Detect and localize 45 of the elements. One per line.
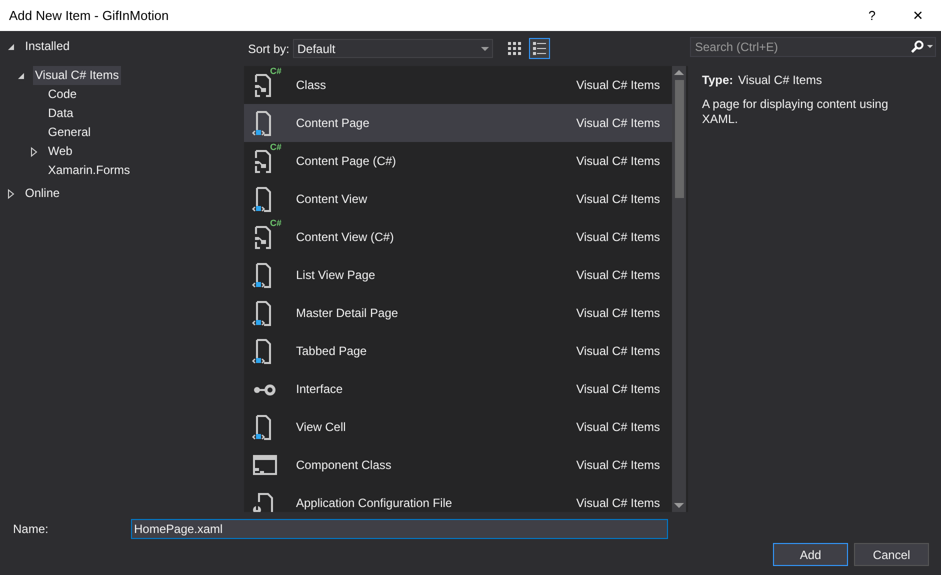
help-button[interactable]: ? xyxy=(849,0,895,31)
template-row[interactable]: Master Detail Page Visual C# Items xyxy=(244,294,672,332)
list-view-button[interactable] xyxy=(529,38,550,59)
template-row[interactable]: Content View Visual C# Items xyxy=(244,180,672,218)
expanded-arrow-icon[interactable] xyxy=(17,72,25,80)
tree-item[interactable]: Code xyxy=(46,85,79,104)
tree-item[interactable]: Online xyxy=(23,184,62,203)
collapsed-arrow-icon[interactable] xyxy=(30,146,38,156)
search-icon[interactable] xyxy=(911,40,924,53)
type-value: Visual C# Items xyxy=(738,72,822,89)
language-label: C# xyxy=(270,218,282,228)
template-row[interactable]: Tabbed Page Visual C# Items xyxy=(244,332,672,370)
tree-item[interactable]: Visual C# Items xyxy=(33,66,121,85)
template-row[interactable]: Application Configuration File Visual C# Items xyxy=(244,484,672,512)
language-label: C# xyxy=(270,66,282,76)
template-row[interactable]: C# Content Page (C#) Visual C# Items xyxy=(244,142,672,180)
tree-item[interactable]: Data xyxy=(46,104,76,123)
collapsed-arrow-icon[interactable] xyxy=(7,188,15,198)
window-title: Add New Item - GifInMotion xyxy=(9,6,169,25)
language-label: C# xyxy=(270,142,282,152)
cancel-button[interactable]: Cancel xyxy=(854,543,929,566)
close-button[interactable]: ✕ xyxy=(895,0,941,31)
add-button[interactable]: Add xyxy=(773,543,848,566)
type-label: Type: xyxy=(702,72,734,89)
sort-label: Sort by: xyxy=(248,40,290,58)
caret-icon[interactable] xyxy=(927,45,933,48)
template-row[interactable]: Component Class Visual C# Items xyxy=(244,446,672,484)
name-field[interactable]: HomePage.xaml xyxy=(131,518,668,538)
sort-dropdown[interactable]: Default xyxy=(293,39,494,58)
template-row[interactable]: Content Page Visual C# Items xyxy=(244,104,672,142)
expanded-arrow-icon[interactable] xyxy=(7,42,15,50)
caret-icon xyxy=(481,46,490,50)
template-row[interactable]: View Cell Visual C# Items xyxy=(244,408,672,446)
tree-item[interactable]: Xamarin.Forms xyxy=(46,161,132,180)
tree-item[interactable]: Web xyxy=(46,142,74,161)
description: A page for displaying content using XAML. xyxy=(702,97,890,127)
name-label: Name: xyxy=(13,520,50,538)
template-row[interactable]: C# Class Visual C# Items xyxy=(244,66,672,104)
template-row[interactable]: C# Content View (C#) Visual C# Items xyxy=(244,218,672,256)
scrollbar[interactable] xyxy=(672,66,686,512)
tree-item[interactable]: General xyxy=(46,123,93,142)
template-row[interactable]: List View Page Visual C# Items xyxy=(244,256,672,294)
tree-item[interactable]: Installed xyxy=(23,37,72,56)
template-row[interactable]: Interface Visual C# Items xyxy=(244,370,672,408)
search-field[interactable]: Search (Ctrl+E) xyxy=(690,37,936,57)
